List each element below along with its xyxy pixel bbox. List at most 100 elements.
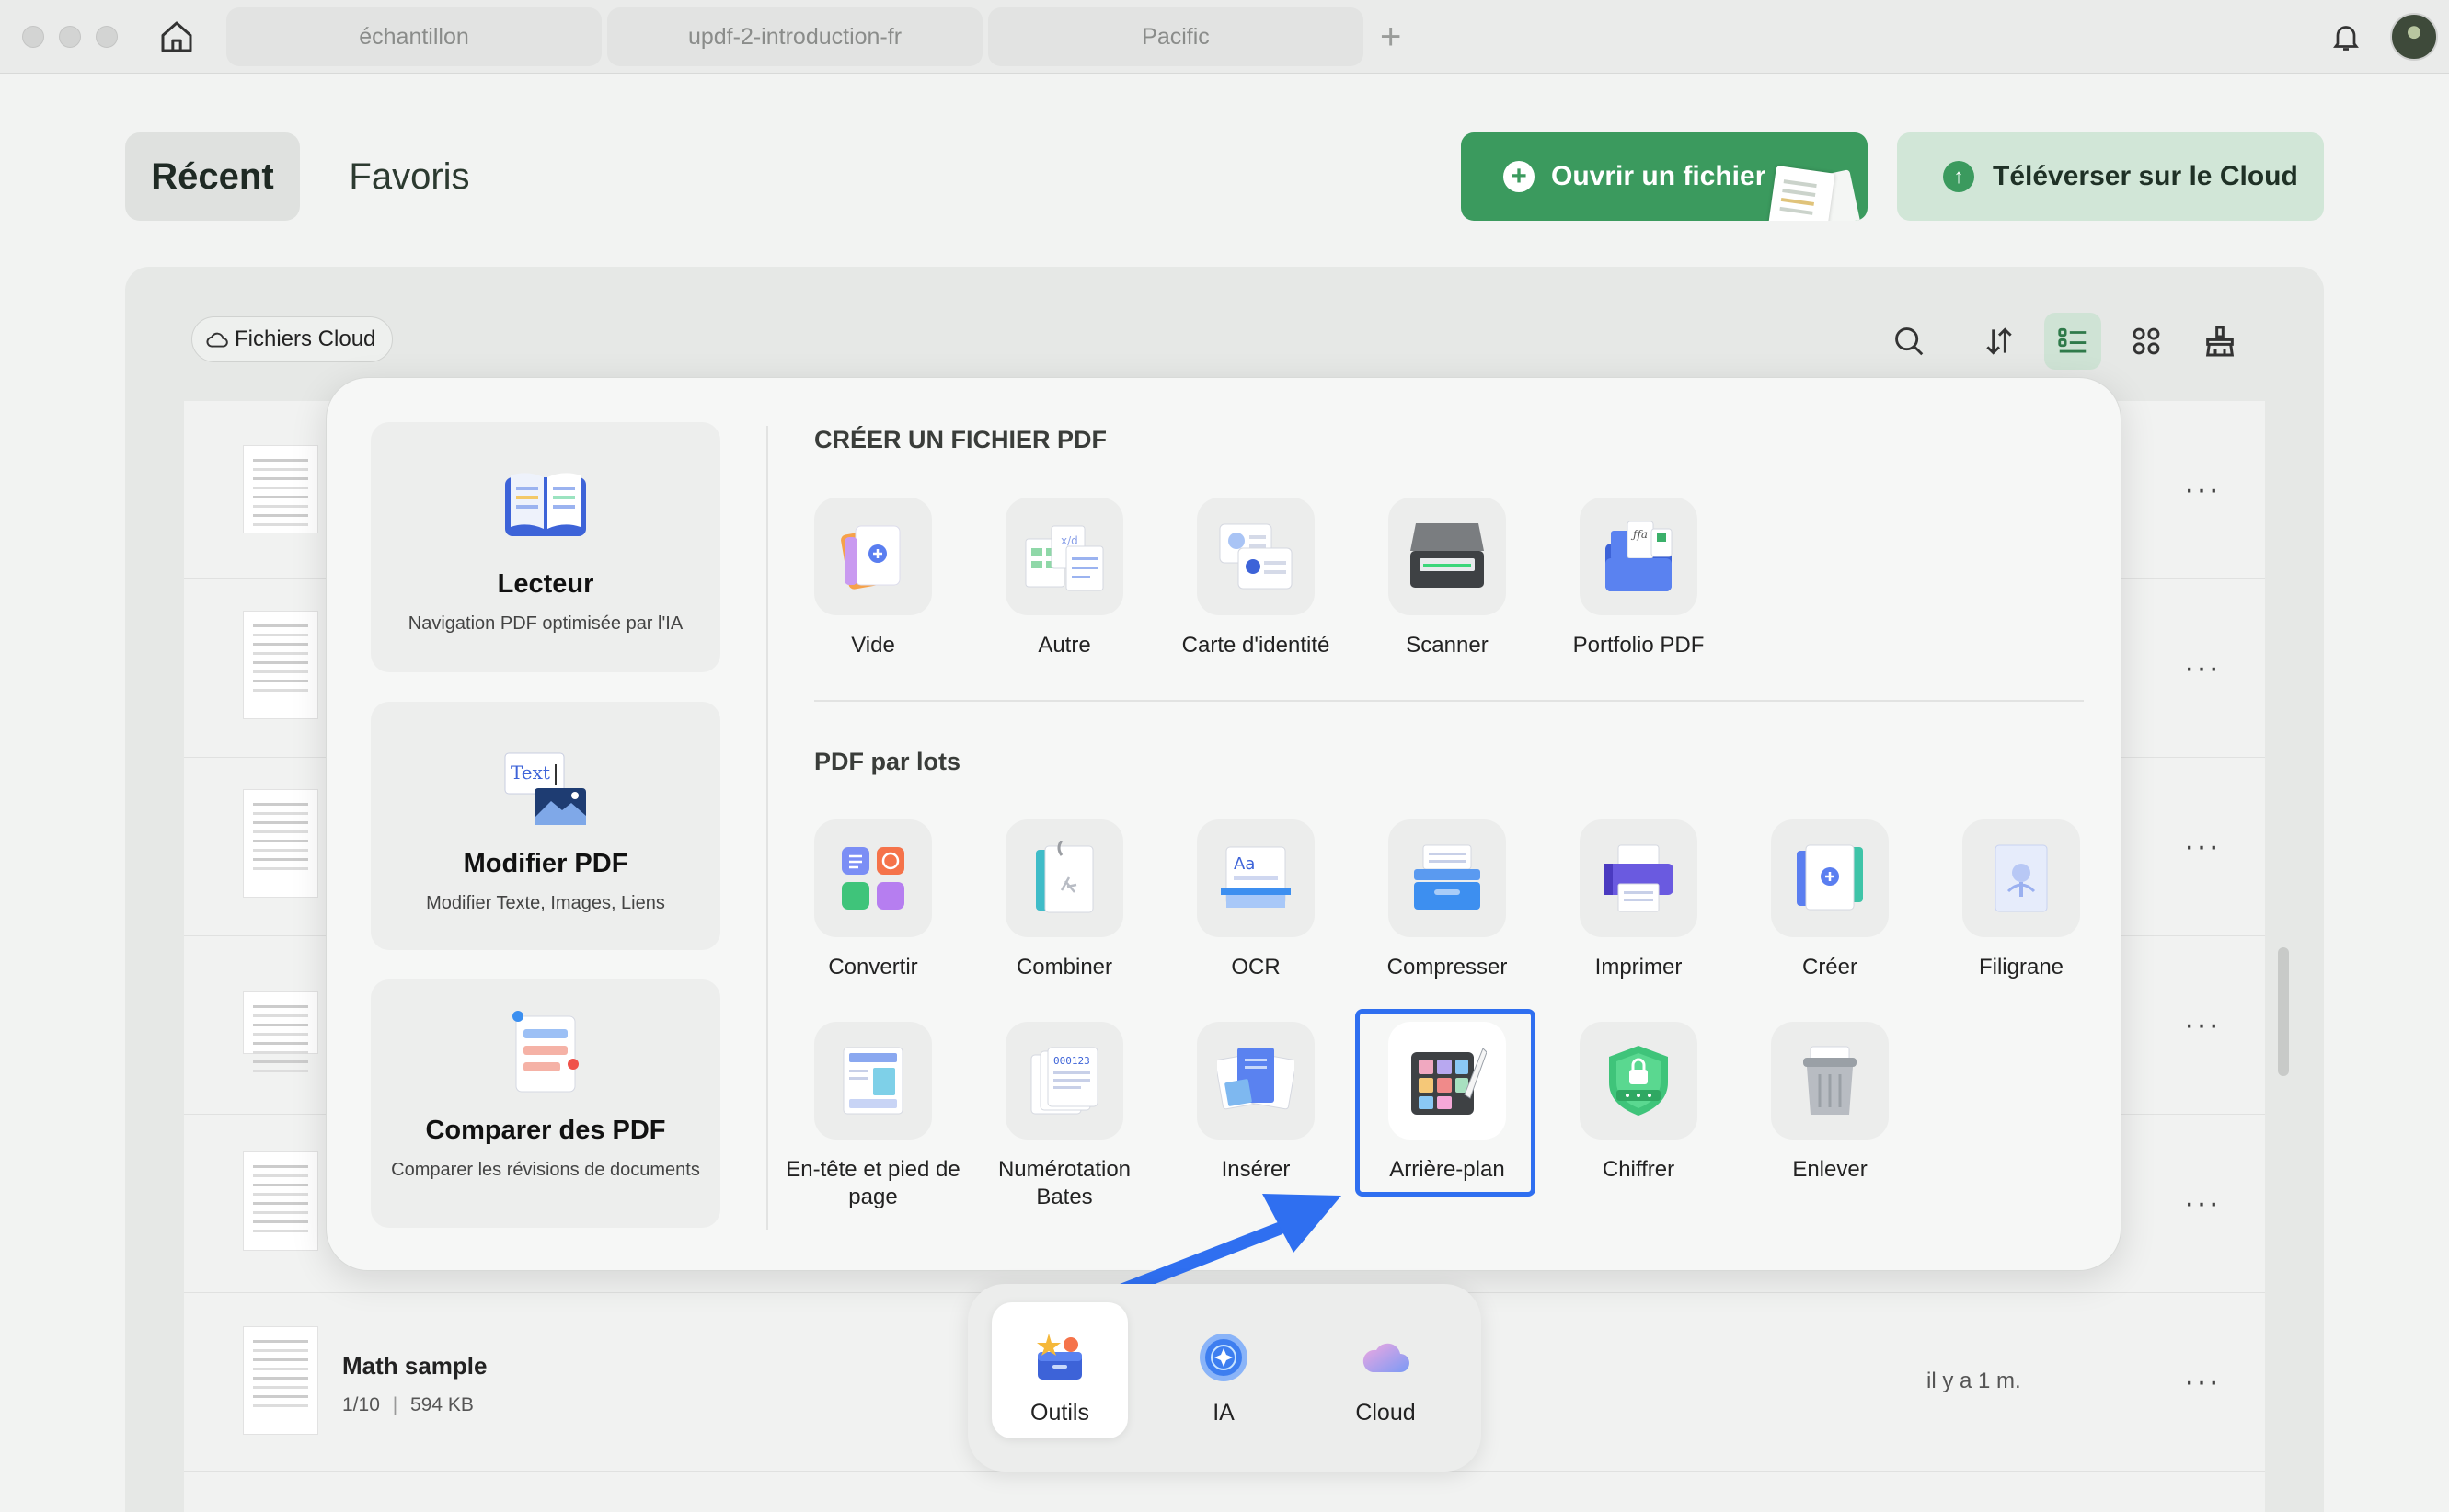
dock-tools-button[interactable]: Outils	[992, 1302, 1128, 1438]
cloud-files-chip[interactable]: Fichiers Cloud	[191, 316, 394, 362]
create-other-tile[interactable]: x/d Autre	[969, 498, 1160, 659]
id-card-icon	[1219, 523, 1293, 590]
scrollbar-thumb[interactable]	[2278, 947, 2289, 1076]
batch-print-tile[interactable]: Imprimer	[1543, 819, 1734, 981]
reader-card[interactable]: Lecteur Navigation PDF optimisée par l'I…	[371, 422, 720, 672]
search-icon	[1895, 327, 1924, 356]
file-thumbnail	[243, 789, 318, 898]
toolbox-icon	[1037, 1334, 1082, 1380]
tab-updf-introduction[interactable]: updf-2-introduction-fr	[607, 7, 983, 66]
batch-encrypt-label: Chiffrer	[1602, 1157, 1675, 1182]
combine-icon	[1036, 841, 1094, 913]
portfolio-icon: ƒfa	[1605, 521, 1673, 591]
upload-cloud-label: Téléverser sur le Cloud	[1993, 161, 2298, 191]
more-options-button[interactable]: ···	[2184, 474, 2221, 505]
new-tab-button[interactable]: +	[1380, 15, 1401, 59]
home-button[interactable]	[155, 17, 199, 57]
create-icon	[1797, 844, 1863, 911]
sort-icon	[1986, 327, 2012, 355]
more-options-button[interactable]: ···	[2184, 1187, 2221, 1219]
create-pdf-section-title: CRÉER UN FICHIER PDF	[814, 426, 1108, 453]
zoom-window-button[interactable]	[96, 26, 118, 48]
broom-icon	[2205, 326, 2235, 357]
file-name: Math sample	[342, 1352, 488, 1380]
open-file-button[interactable]: + Ouvrir un fichier	[1461, 132, 1868, 221]
batch-compress-tile[interactable]: Compresser	[1351, 819, 1543, 981]
batch-combine-tile[interactable]: Combiner	[969, 819, 1160, 981]
create-other-label: Autre	[1038, 633, 1091, 658]
compare-pdf-card[interactable]: Comparer des PDF Comparer les révisions …	[371, 979, 720, 1228]
dock-ai-label: IA	[1213, 1400, 1235, 1426]
segment-favorites[interactable]: Favoris	[331, 132, 488, 221]
list-view-icon	[2058, 327, 2087, 353]
convert-icon	[842, 847, 904, 910]
create-id-card-tile[interactable]: Carte d'identité	[1160, 498, 1351, 659]
create-portfolio-tile[interactable]: ƒfa Portfolio PDF	[1543, 498, 1734, 659]
batch-header-footer-label: En-tête et pied de page	[786, 1157, 960, 1209]
batch-header-footer-tile[interactable]: En-tête et pied de page	[777, 1022, 969, 1211]
create-scanner-label: Scanner	[1406, 633, 1489, 658]
batch-encrypt-tile[interactable]: Chiffrer	[1543, 1022, 1734, 1184]
more-options-button[interactable]: ···	[2184, 1009, 2221, 1040]
open-file-label: Ouvrir un fichier	[1551, 161, 1766, 191]
encrypt-icon	[1609, 1046, 1668, 1116]
create-blank-tile[interactable]: Vide	[777, 498, 969, 659]
compress-icon	[1414, 844, 1480, 910]
dock-cloud-button[interactable]: Cloud	[1317, 1302, 1454, 1438]
batch-remove-tile[interactable]: Enlever	[1734, 1022, 1926, 1184]
grid-view-icon	[2133, 327, 2160, 355]
batch-convert-tile[interactable]: Convertir	[777, 819, 969, 981]
compare-documents-icon	[512, 1011, 579, 1093]
document-decoration-icon	[1767, 165, 1835, 221]
batch-ocr-tile[interactable]: Aa OCR	[1160, 819, 1351, 981]
search-button[interactable]	[1880, 313, 1937, 370]
minimize-window-button[interactable]	[59, 26, 81, 48]
batch-bates-tile[interactable]: 000123 Numérotation Bates	[969, 1022, 1160, 1211]
svg-text:x/d: x/d	[1061, 534, 1078, 547]
watermark-icon	[1995, 844, 2048, 912]
batch-print-label: Imprimer	[1594, 955, 1683, 979]
svg-text:Aa: Aa	[1234, 854, 1255, 874]
file-meta: 1/10 | 594 KB	[342, 1394, 474, 1415]
batch-convert-label: Convertir	[828, 955, 918, 979]
background-tool-highlight	[1355, 1009, 1535, 1197]
file-thumbnail	[243, 611, 318, 719]
upload-cloud-button[interactable]: ↑ Téléverser sur le Cloud	[1897, 132, 2324, 221]
tab-echantillon[interactable]: échantillon	[226, 7, 602, 66]
remove-icon	[1803, 1046, 1857, 1115]
more-options-button[interactable]: ···	[2184, 830, 2221, 862]
clean-button[interactable]	[2191, 313, 2248, 370]
batch-create-tile[interactable]: Créer	[1734, 819, 1926, 981]
create-id-card-label: Carte d'identité	[1181, 633, 1330, 658]
reader-subtitle: Navigation PDF optimisée par l'IA	[408, 613, 684, 634]
edit-pdf-subtitle: Modifier Texte, Images, Liens	[426, 893, 665, 913]
notifications-button[interactable]	[2326, 17, 2366, 57]
dock-tools-label: Outils	[1030, 1400, 1089, 1426]
more-options-button[interactable]: ···	[2184, 652, 2221, 683]
file-size: 594 KB	[410, 1394, 474, 1415]
cloud-icon	[1362, 1343, 1409, 1372]
cloud-icon	[206, 332, 228, 348]
list-view-button[interactable]	[2044, 313, 2101, 370]
close-window-button[interactable]	[22, 26, 44, 48]
user-avatar[interactable]	[2390, 13, 2438, 61]
dock-ai-button[interactable]: IA	[1156, 1302, 1292, 1438]
batch-pdf-section-title: PDF par lots	[814, 748, 961, 775]
tools-popup: Lecteur Navigation PDF optimisée par l'I…	[326, 377, 2121, 1271]
batch-insert-tile[interactable]: Insérer	[1160, 1022, 1351, 1184]
more-options-button[interactable]: ···	[2184, 1366, 2221, 1397]
edit-pdf-card[interactable]: Text Modifier PDF Modifier Texte, Images…	[371, 702, 720, 950]
ai-assistant-icon	[1200, 1334, 1247, 1381]
horizontal-divider	[814, 700, 2084, 702]
svg-text:Text: Text	[511, 762, 550, 784]
batch-watermark-tile[interactable]: Filigrane	[1926, 819, 2117, 981]
header-footer-icon	[843, 1047, 903, 1115]
grid-view-button[interactable]	[2118, 313, 2175, 370]
batch-create-label: Créer	[1801, 955, 1857, 979]
create-scanner-tile[interactable]: Scanner	[1351, 498, 1543, 659]
sort-button[interactable]	[1971, 313, 2028, 370]
tab-pacific[interactable]: Pacific	[988, 7, 1363, 66]
batch-watermark-label: Filigrane	[1978, 955, 2064, 979]
batch-combine-label: Combiner	[1016, 955, 1113, 979]
segment-recent[interactable]: Récent	[125, 132, 300, 221]
